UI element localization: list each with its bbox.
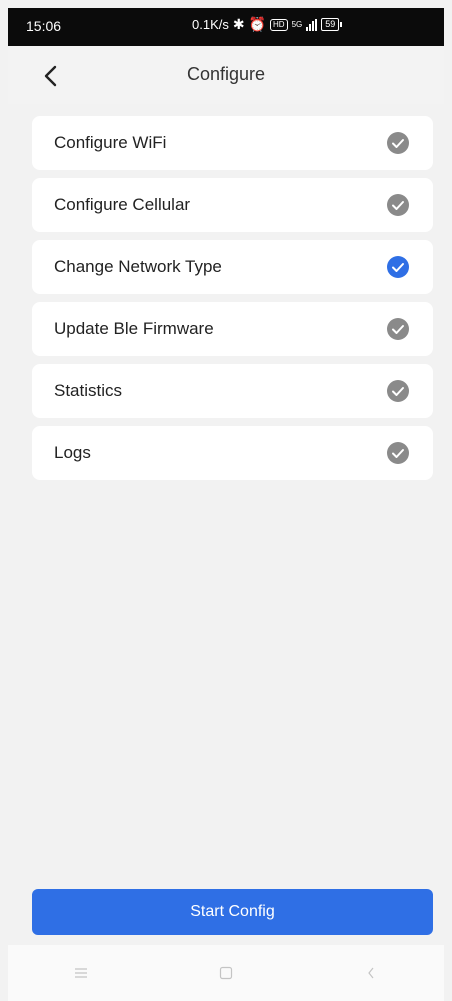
check-circle-icon: [387, 194, 409, 216]
battery-icon: 59: [321, 18, 343, 31]
back-icon[interactable]: [356, 958, 386, 988]
network-type: 5G: [291, 20, 303, 29]
battery-level: 59: [321, 18, 340, 31]
menu-item-label: Logs: [54, 443, 91, 462]
home-square-icon[interactable]: [211, 958, 241, 988]
check-circle-icon: [387, 442, 409, 464]
page-title: Configure: [186, 64, 266, 84]
check-circle-icon: [387, 318, 409, 340]
net-speed: 0.1K/s: [192, 17, 229, 32]
menu-item-statistics[interactable]: Statistics: [32, 364, 433, 418]
menu-item-change-network-type[interactable]: Change Network Type: [32, 240, 433, 294]
menu-list: Configure WiFi Configure Cellular Change…: [32, 116, 433, 488]
status-time: 15:06: [26, 18, 62, 34]
menu-item-logs[interactable]: Logs: [32, 426, 433, 480]
alarm-icon: ⏰: [248, 16, 267, 32]
hd-icon: HD: [270, 18, 288, 31]
menu-item-update-ble-firmware[interactable]: Update Ble Firmware: [32, 302, 433, 356]
check-circle-icon: [387, 380, 409, 402]
bluetooth-icon: ✱: [232, 16, 245, 32]
menu-item-label: Configure Cellular: [54, 195, 191, 214]
status-bar: 15:06 0.1K/s ✱ ⏰ HD 5G 59: [8, 8, 444, 46]
menu-item-configure-wifi[interactable]: Configure WiFi: [32, 116, 433, 170]
menu-item-label: Change Network Type: [54, 257, 222, 276]
signal-icon: [306, 18, 318, 31]
check-circle-selected-icon: [387, 256, 409, 278]
menu-item-label: Statistics: [54, 381, 123, 400]
status-icons: 0.1K/s ✱ ⏰ HD 5G 59: [192, 16, 343, 33]
menu-icon[interactable]: [66, 958, 96, 988]
system-nav-bar: [8, 945, 444, 1001]
menu-item-label: Configure WiFi: [54, 133, 167, 152]
header: Configure: [8, 46, 444, 104]
start-config-button[interactable]: Start Config: [32, 889, 433, 935]
check-circle-icon: [387, 132, 409, 154]
menu-item-configure-cellular[interactable]: Configure Cellular: [32, 178, 433, 232]
menu-item-label: Update Ble Firmware: [54, 319, 214, 338]
